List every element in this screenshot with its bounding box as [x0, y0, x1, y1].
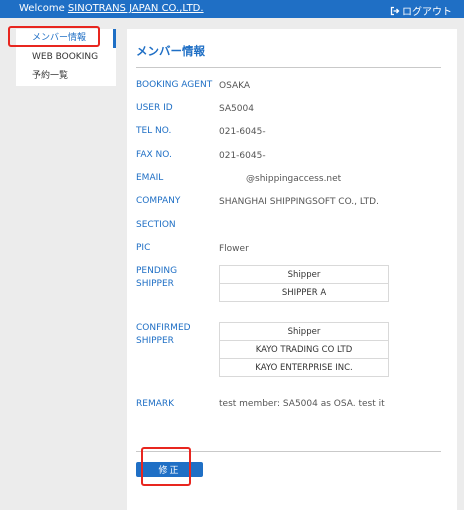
highlight-box-sidebar — [8, 26, 100, 47]
company-label: COMPANY — [136, 196, 181, 206]
sidebar-item-label: 予約一覧 — [32, 71, 69, 81]
sidebar-item-booking-list[interactable]: 予約一覧 — [16, 67, 116, 86]
table-header-cell: Shipper — [219, 322, 389, 341]
table-row: SHIPPER A — [219, 283, 389, 302]
page-title: メンバー情報 — [136, 44, 205, 58]
user-id-value: SA5004 — [219, 104, 254, 114]
pending-label-line2: SHIPPER — [136, 279, 174, 289]
welcome-prefix: Welcome — [19, 3, 68, 14]
confirmed-label-line2: SHIPPER — [136, 336, 174, 346]
logout-label: ログアウト — [402, 7, 452, 18]
confirmed-shipper-table: Shipper KAYO TRADING CO LTD KAYO ENTERPR… — [219, 322, 389, 377]
sidebar-item-web-booking[interactable]: WEB BOOKING — [16, 48, 116, 67]
logout-icon — [390, 6, 400, 15]
confirmed-shipper-label: CONFIRMED SHIPPER — [136, 322, 191, 348]
member-info-panel: メンバー情報 BOOKING AGENT OSAKA USER ID SA500… — [127, 29, 457, 510]
remark-label: REMARK — [136, 399, 175, 409]
booking-agent-value: OSAKA — [219, 81, 251, 91]
pic-label: PIC — [136, 243, 151, 253]
email-label: EMAIL — [136, 173, 164, 183]
table-header-cell: Shipper — [219, 265, 389, 284]
pic-value: Flower — [219, 244, 249, 254]
fax-label: FAX NO. — [136, 150, 172, 160]
confirmed-label-line1: CONFIRMED — [136, 323, 191, 333]
table-cell: KAYO TRADING CO LTD — [219, 340, 389, 359]
user-id-label: USER ID — [136, 103, 173, 113]
email-value: @shippingaccess.net — [246, 174, 342, 184]
company-link[interactable]: SINOTRANS JAPAN CO.,LTD. — [68, 3, 204, 14]
tel-label: TEL NO. — [136, 126, 172, 136]
company-value: SHANGHAI SHIPPINGSOFT CO., LTD. — [219, 197, 379, 207]
table-row: KAYO TRADING CO LTD — [219, 340, 389, 359]
pending-label-line1: PENDING — [136, 266, 178, 276]
fax-value: 021-6045- — [219, 151, 266, 161]
section-label: SECTION — [136, 220, 176, 230]
table-cell: KAYO ENTERPRISE INC. — [219, 358, 389, 377]
remark-value: test member: SA5004 as OSA. test it — [219, 399, 385, 409]
welcome-text: Welcome SINOTRANS JAPAN CO.,LTD. — [19, 3, 204, 14]
pending-shipper-label: PENDING SHIPPER — [136, 265, 177, 291]
table-header-row: Shipper — [219, 322, 389, 341]
highlight-box-edit — [141, 447, 191, 486]
table-cell: SHIPPER A — [219, 283, 389, 302]
title-divider — [136, 67, 441, 68]
pending-shipper-table: Shipper SHIPPER A — [219, 265, 389, 302]
top-bar: Welcome SINOTRANS JAPAN CO.,LTD. ログアウト — [0, 0, 464, 18]
tel-value: 021-6045- — [219, 127, 266, 137]
booking-agent-label: BOOKING AGENT — [136, 80, 213, 90]
sidebar-item-label: WEB BOOKING — [32, 52, 99, 62]
logout-button[interactable]: ログアウト — [390, 3, 452, 18]
table-header-row: Shipper — [219, 265, 389, 284]
table-row: KAYO ENTERPRISE INC. — [219, 358, 389, 377]
